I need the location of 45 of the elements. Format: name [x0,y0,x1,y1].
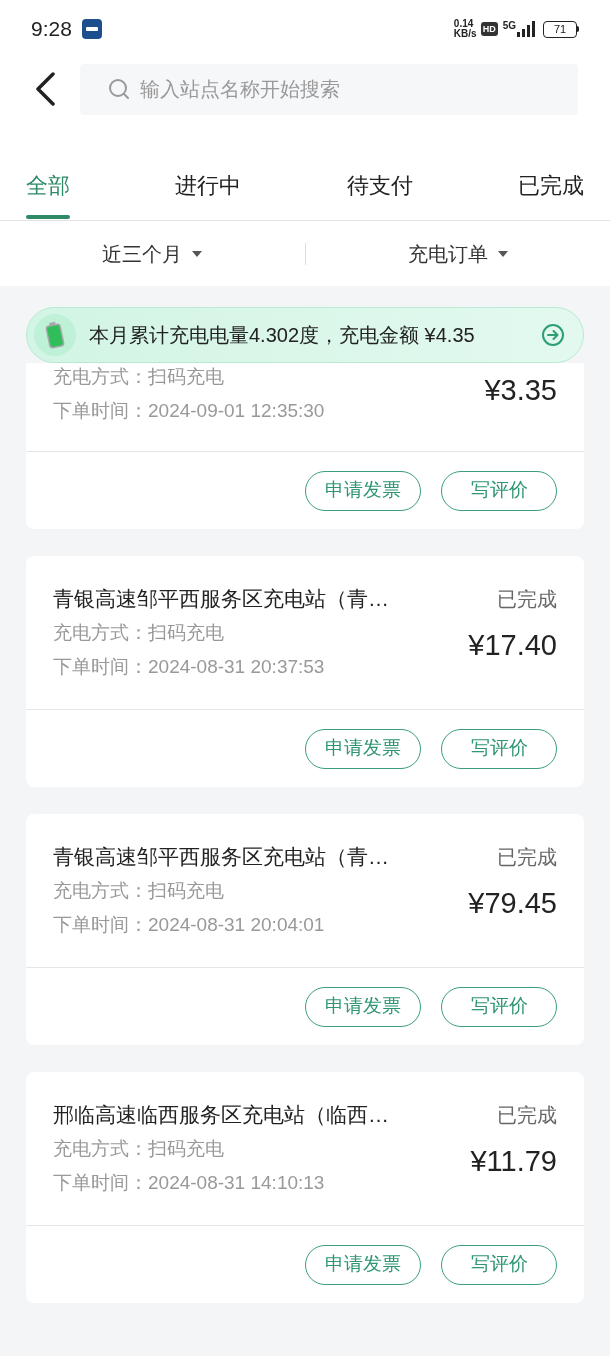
charge-method: 充电方式：扫码充电 [53,365,225,389]
battery-icon: 71 [543,20,579,38]
order-status: 已完成 [497,587,557,612]
network-type: 5G [502,19,516,33]
order-time: 下单时间：2024-09-01 12:35:30 [53,399,325,423]
order-status: 已完成 [497,845,557,870]
tab[interactable]: 已完成 [518,150,584,220]
order-amount: ¥79.45 [468,886,557,921]
battery-icon [33,313,77,357]
caret-icon [192,250,203,257]
order-card[interactable]: 青银高速邹平西服务区充电站（青… 充电方式：扫码充电 下单时间：2024-08-31 20:37:53 已完成 ¥17.40 申请发票 写评价 [26,556,584,787]
back-icon[interactable] [34,72,56,106]
filter-dropdown[interactable]: 近三个月 [102,238,203,269]
network-speed: 0.14 KB/s [453,19,477,39]
order-status: 已完成 [497,1103,557,1128]
search-icon [108,78,130,100]
search-field[interactable]: 输入站点名称开始搜索 [80,63,578,115]
charge-method: 充电方式：扫码充电 [53,621,225,645]
caret-icon [497,250,508,257]
summary-banner[interactable]: 本月累计充电电量4.302度，充电金额 ¥4.35 [26,307,584,363]
station-name: 青银高速邹平西服务区充电站（青… [53,586,389,612]
signal-icon [517,21,535,37]
order-amount: ¥17.40 [468,628,557,663]
hd-badge: HD [480,22,498,36]
order-card[interactable]: 青银高速邹平西服务区充电站（青… 充电方式：扫码充电 下单时间：2024-08-31 20:04:01 已完成 ¥79.45 申请发票 写评价 [26,814,584,1045]
search-input[interactable]: 输入站点名称开始搜索 [140,74,550,104]
station-name: 邢临高速临西服务区充电站（临西… [53,1102,389,1128]
summary-text: 本月累计充电电量4.302度，充电金额 ¥4.35 [89,323,476,348]
order-amount: ¥3.35 [484,373,557,408]
app-icon [81,19,102,39]
order-time: 下单时间：2024-08-31 14:10:13 [53,1171,326,1195]
tab[interactable]: 进行中 [175,150,242,220]
order-time: 下单时间：2024-08-31 20:04:01 [53,913,326,937]
tab[interactable]: 待支付 [346,150,413,220]
filter-dropdown[interactable]: 充电订单 [407,238,508,269]
order-time: 下单时间：2024-08-31 20:37:53 [53,655,326,679]
arrow-right-icon[interactable] [541,323,565,347]
tab[interactable]: 全部 [26,150,70,220]
status-time: 9:28 [31,16,72,43]
charge-method: 充电方式：扫码充电 [53,879,225,903]
station-name: 青银高速邹平西服务区充电站（青… [53,844,389,870]
order-card[interactable]: 邢临高速临西服务区充电站（临西… 充电方式：扫码充电 下单时间：2024-08-31 14:10:13 已完成 ¥11.79 申请发票 写评价 [26,1072,584,1303]
charge-method: 充电方式：扫码充电 [53,1137,225,1161]
order-card[interactable]: 充电方式：扫码充电 下单时间：2024-09-01 12:35:30 ¥3.35 申请发票 写评价 [26,363,584,529]
order-amount: ¥11.79 [470,1144,557,1179]
